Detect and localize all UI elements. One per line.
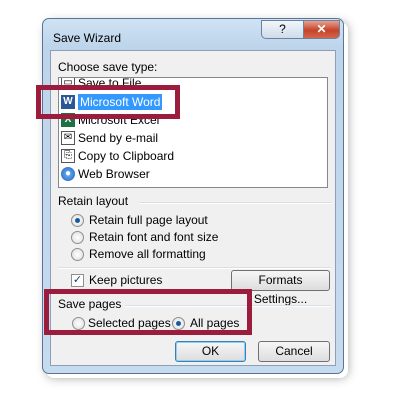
close-icon: ✕ xyxy=(316,22,327,36)
retain-full-layout-label: Retain full page layout xyxy=(89,213,208,227)
retain-full-layout-radio[interactable] xyxy=(71,214,84,227)
clipboard-icon: ⎘ xyxy=(61,148,75,163)
retain-font-radio[interactable] xyxy=(71,231,84,244)
email-icon: ✉ xyxy=(61,130,75,145)
list-item-copy-to-clipboard[interactable]: ⎘ Copy to Clipboard xyxy=(61,147,174,164)
remove-formatting-label: Remove all formatting xyxy=(89,247,206,261)
close-button[interactable]: ✕ xyxy=(303,20,340,39)
choose-save-type-label: Choose save type: xyxy=(58,60,158,74)
cancel-button[interactable]: Cancel xyxy=(258,341,330,362)
list-item-web-browser[interactable]: ● Web Browser xyxy=(61,165,150,182)
globe-icon: ● xyxy=(61,166,75,181)
keep-pictures-checkbox[interactable]: ✓ xyxy=(71,274,84,287)
section-divider xyxy=(58,267,331,269)
ok-button[interactable]: OK xyxy=(175,341,246,362)
word-highlight-box xyxy=(36,85,180,119)
formats-settings-button[interactable]: Formats Settings... xyxy=(231,270,330,306)
save-pages-highlight-box xyxy=(44,289,252,335)
remove-formatting-radio[interactable] xyxy=(71,248,84,261)
keep-pictures-label: Keep pictures xyxy=(89,273,163,287)
list-item-send-by-email[interactable]: ✉ Send by e-mail xyxy=(61,129,158,146)
retain-font-label: Retain font and font size xyxy=(89,230,219,244)
retain-layout-label: Retain layout xyxy=(58,194,129,208)
dialog-title: Save Wizard xyxy=(53,31,122,45)
retain-layout-divider xyxy=(139,202,331,204)
help-button[interactable]: ? xyxy=(261,20,304,39)
